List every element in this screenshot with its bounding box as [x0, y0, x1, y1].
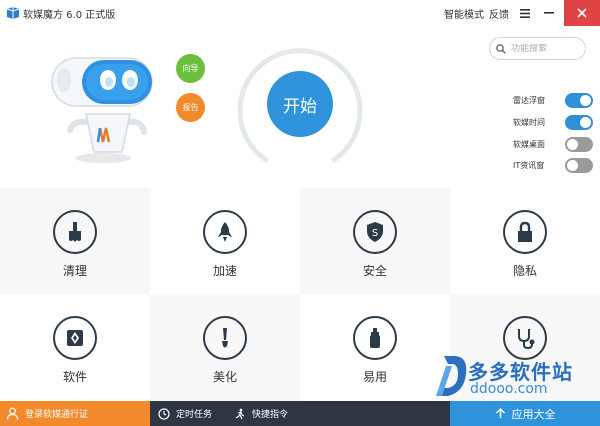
toggle-label: 软媒时间	[513, 117, 545, 127]
tile-speedup[interactable]: 加速	[150, 188, 300, 294]
menu-button[interactable]	[514, 0, 536, 26]
minimize-button[interactable]	[538, 0, 560, 26]
toggle-label: IT资讯窗	[513, 160, 545, 170]
tile-label: 美化	[212, 370, 237, 384]
shield-icon: S	[353, 210, 397, 254]
tile-privacy[interactable]: 隐私	[450, 188, 600, 294]
toggle-knob	[567, 138, 578, 150]
tile-label: 软件	[62, 370, 87, 384]
bottle-icon	[353, 316, 397, 360]
toggle-label: 雷达浮窗	[513, 95, 545, 105]
smart-mode-link[interactable]: 智能模式	[444, 6, 484, 21]
toggle-ruanmei-desktop: 软媒桌面	[513, 136, 593, 152]
toggle-knob	[567, 159, 578, 171]
toggle-it-news-window: IT资讯窗	[513, 157, 593, 173]
close-icon	[577, 8, 587, 18]
toggle-switch[interactable]	[565, 92, 593, 108]
paintbrush-icon	[203, 316, 247, 360]
tile-beautify[interactable]: 美化	[150, 294, 300, 401]
main-window: 软媒魔方 6.0 正式版 智能模式 反馈 功能搜索 向导 报告 开始 雷达浮窗 …	[0, 0, 600, 426]
hamburger-icon	[520, 8, 530, 18]
toggle-label: 软媒桌面	[513, 139, 545, 149]
toggle-switch[interactable]	[565, 136, 593, 152]
title-bar[interactable]: 软媒魔方 6.0 正式版 智能模式 反馈	[0, 0, 600, 26]
guide-button[interactable]: 向导	[176, 54, 205, 83]
scheduled-task-label: 定时任务	[176, 410, 213, 420]
lock-icon	[503, 210, 547, 254]
function-grid: 清理 加速 S 安全 隐私 软件 美化 易用	[0, 188, 600, 401]
toggle-radar-window: 雷达浮窗	[513, 92, 593, 108]
toggle-switch[interactable]	[565, 157, 593, 173]
search-icon	[496, 43, 506, 54]
svg-text:S: S	[372, 228, 378, 239]
app-logo-icon	[6, 7, 20, 19]
toggle-ruanmei-time: 软媒时间	[513, 114, 593, 130]
scheduled-task-button[interactable]: 定时任务	[158, 401, 212, 426]
tile-security[interactable]: S 安全	[300, 188, 450, 294]
tile-label: 安全	[362, 264, 387, 278]
robot-mascot-icon	[51, 57, 153, 163]
app-center-button[interactable]: 应用大全	[450, 401, 600, 426]
aperture-icon	[53, 316, 97, 360]
running-person-icon	[235, 408, 245, 419]
bottom-bar: 登录软媒通行证 定时任务 快捷指令 应用大全	[0, 401, 600, 426]
start-button[interactable]: 开始	[267, 71, 333, 137]
tile-label: 加速	[212, 264, 237, 278]
user-icon	[6, 407, 19, 420]
tile-software[interactable]: 软件	[0, 294, 150, 401]
stethoscope-icon	[503, 316, 547, 360]
app-center-label: 应用大全	[511, 407, 556, 421]
minimize-icon	[544, 12, 554, 14]
toggle-switch[interactable]	[565, 114, 593, 130]
toggle-knob	[580, 116, 591, 128]
clock-icon	[158, 407, 170, 420]
window-title: 软媒魔方 6.0 正式版	[23, 10, 116, 21]
tile-usability[interactable]: 易用	[300, 294, 450, 401]
brush-icon	[53, 210, 97, 254]
tile-label: 隐私	[512, 264, 537, 278]
report-button[interactable]: 报告	[176, 93, 205, 122]
quick-command-button[interactable]: 快捷指令	[234, 401, 288, 426]
tile-clean[interactable]: 清理	[0, 188, 150, 294]
feedback-link[interactable]: 反馈	[489, 6, 509, 21]
search-input[interactable]	[511, 43, 581, 54]
tile-label: 清理	[62, 264, 87, 278]
close-button[interactable]	[564, 0, 600, 26]
quick-command-label: 快捷指令	[252, 410, 289, 420]
login-button[interactable]: 登录软媒通行证	[0, 401, 150, 426]
login-label: 登录软媒通行证	[25, 410, 89, 420]
tile-diagnose[interactable]	[450, 294, 600, 401]
up-arrow-icon	[495, 408, 505, 418]
rocket-icon	[203, 210, 247, 254]
tile-label: 易用	[362, 370, 387, 384]
toggle-knob	[580, 94, 591, 106]
function-search[interactable]	[489, 37, 586, 60]
